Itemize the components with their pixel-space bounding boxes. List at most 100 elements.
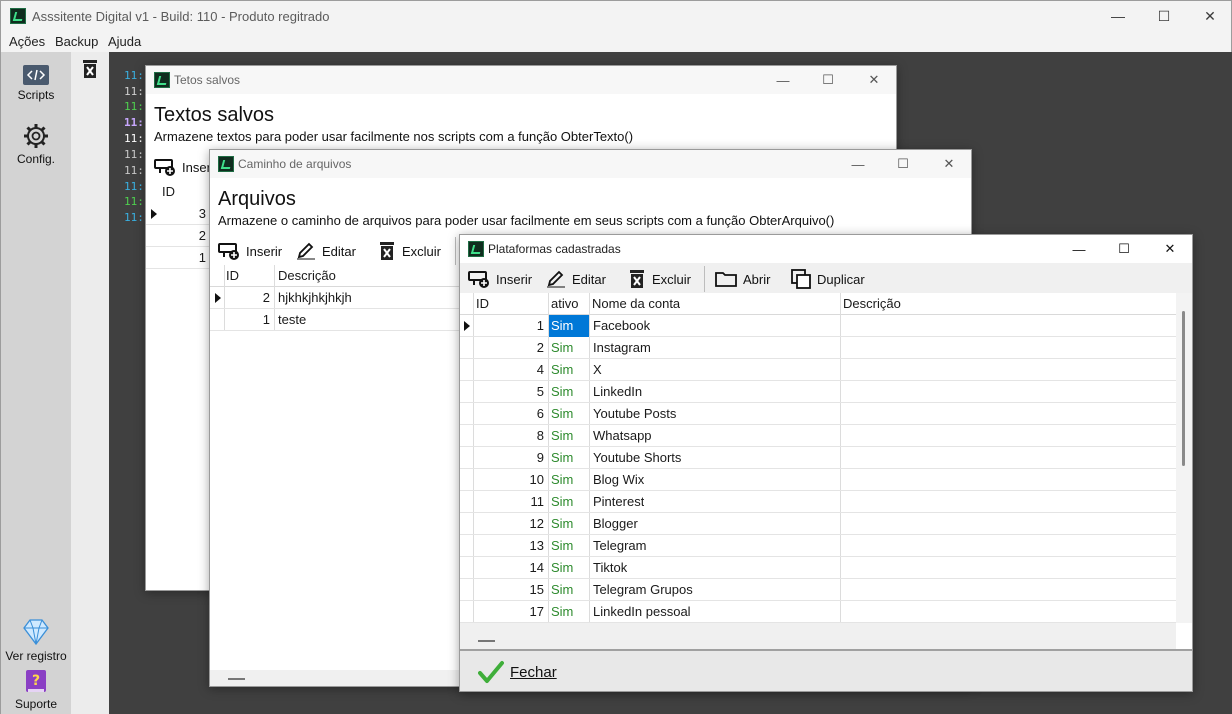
cell-ativo[interactable]: Sim — [549, 447, 589, 469]
table-row[interactable]: 5 Sim LinkedIn — [460, 381, 1176, 403]
textos-maximize-button[interactable]: ☐ — [806, 66, 850, 94]
cell-ativo[interactable]: Sim — [549, 425, 589, 447]
arquivos-maximize-button[interactable]: ☐ — [881, 150, 925, 178]
textos-insert-button[interactable]: Inseri — [154, 155, 214, 179]
plataformas-duplicate-button[interactable]: Duplicar — [791, 267, 865, 291]
table-row[interactable]: 1 teste — [210, 309, 460, 331]
log-line: 11: — [124, 116, 144, 129]
arquivos-titlebar: Caminho de arquivos — ☐ ✕ — [210, 150, 971, 178]
main-titlebar: Asssitente Digital v1 - Build: 110 - Pro… — [1, 1, 1231, 32]
plataformas-open-label: Abrir — [743, 271, 771, 287]
table-row[interactable]: 14 Sim Tiktok — [460, 557, 1176, 579]
cell-id: 6 — [536, 406, 544, 421]
cell-ativo[interactable]: Sim — [549, 403, 589, 425]
arquivos-close-button[interactable]: ✕ — [927, 150, 971, 178]
cell-ativo[interactable]: Sim — [549, 579, 589, 601]
table-row[interactable]: 13 Sim Telegram — [460, 535, 1176, 557]
table-row[interactable]: 4 Sim X — [460, 359, 1176, 381]
resize-grip-icon[interactable] — [228, 678, 245, 680]
arquivos-edit-button[interactable]: Editar — [296, 239, 356, 263]
code-icon — [23, 65, 49, 85]
table-row[interactable]: 8 Sim Whatsapp — [460, 425, 1176, 447]
cell-ativo[interactable]: Sim — [549, 359, 589, 381]
menu-ajuda[interactable]: Ajuda — [108, 34, 141, 49]
table-row[interactable]: 11 Sim Pinterest — [460, 491, 1176, 513]
cell-nome: Youtube Posts — [593, 406, 677, 421]
scrollbar-thumb[interactable] — [1182, 311, 1185, 466]
maximize-button[interactable]: ☐ — [1141, 1, 1187, 31]
plataformas-duplicate-label: Duplicar — [817, 271, 865, 287]
cell-id: 11 — [530, 494, 545, 509]
row-indicator-icon — [151, 209, 157, 219]
fechar-button[interactable]: Fechar — [478, 660, 557, 684]
cell-ativo[interactable]: Sim — [549, 557, 589, 579]
plataformas-open-button[interactable]: Abrir — [715, 267, 770, 291]
cell-ativo[interactable]: Sim — [549, 513, 589, 535]
arquivos-insert-label: Inserir — [246, 243, 283, 259]
cell-nome: Facebook — [593, 318, 651, 333]
table-row[interactable]: 3 — [146, 203, 209, 225]
table-row[interactable]: 2 hjkhkjhkjhkjh — [210, 287, 460, 309]
plataformas-edit-button[interactable]: Editar — [546, 267, 606, 291]
plataformas-titlebar: Plataformas cadastradas — ☐ ✕ — [460, 235, 1192, 263]
table-row[interactable]: 1 — [146, 247, 209, 269]
cell-id: 15 — [529, 582, 544, 597]
plataformas-delete-label: Excluir — [652, 271, 692, 287]
sidebar-item-registro[interactable]: Ver registro — [1, 617, 71, 663]
minimize-button[interactable]: — — [1095, 1, 1141, 31]
plataformas-insert-button[interactable]: Inserir — [468, 267, 532, 291]
menu-acoes[interactable]: Ações — [9, 34, 45, 49]
log-line: 11: — [124, 100, 144, 113]
table-row[interactable]: 2 Sim Instagram — [460, 337, 1176, 359]
cell-ativo[interactable]: Sim — [549, 601, 589, 623]
close-button[interactable]: ✕ — [1187, 1, 1232, 31]
check-icon — [478, 661, 504, 683]
log-tools-column — [71, 52, 109, 714]
log-line: 11: — [124, 69, 144, 82]
resize-grip-icon[interactable] — [478, 640, 495, 642]
table-row[interactable]: 1 Sim Facebook — [460, 315, 1176, 337]
textos-close-button[interactable]: ✕ — [852, 66, 896, 94]
table-row[interactable]: 17 Sim LinkedIn pessoal — [460, 601, 1176, 623]
plataformas-close-button[interactable]: ✕ — [1148, 235, 1192, 263]
cell-ativo[interactable]: Sim — [549, 491, 589, 513]
cell-nome: LinkedIn — [593, 384, 643, 399]
table-row[interactable]: 10 Sim Blog Wix — [460, 469, 1176, 491]
toolbar-divider — [455, 237, 456, 265]
app-logo-icon — [218, 156, 234, 172]
cell-ativo[interactable]: Sim — [549, 535, 589, 557]
table-row[interactable]: 2 — [146, 225, 209, 247]
plataformas-edit-label: Editar — [572, 271, 606, 287]
plataformas-scrollbar[interactable] — [1176, 293, 1192, 623]
clear-log-icon[interactable] — [81, 59, 99, 79]
plataformas-minimize-button[interactable]: — — [1057, 235, 1101, 263]
sidebar-item-scripts[interactable]: Scripts — [1, 64, 71, 102]
sidebar-item-config[interactable]: Config. — [1, 122, 71, 166]
arquivos-insert-button[interactable]: Inserir — [218, 239, 282, 263]
trash-icon — [380, 242, 394, 260]
table-row[interactable]: 12 Sim Blogger — [460, 513, 1176, 535]
plataformas-maximize-button[interactable]: ☐ — [1102, 235, 1146, 263]
plataformas-footer: Fechar — [460, 651, 1192, 691]
textos-minimize-button[interactable]: — — [761, 66, 805, 94]
plataformas-insert-label: Inserir — [496, 271, 533, 287]
menu-backup[interactable]: Backup — [55, 34, 98, 49]
table-row[interactable]: 15 Sim Telegram Grupos — [460, 579, 1176, 601]
log-line: 11: — [124, 85, 144, 98]
arquivos-minimize-button[interactable]: — — [836, 150, 880, 178]
table-row[interactable]: 9 Sim Youtube Shorts — [460, 447, 1176, 469]
cell-id: 2 — [536, 340, 544, 355]
cell-ativo[interactable]: Sim — [549, 381, 589, 403]
plataformas-col-desc: Descrição — [843, 296, 901, 311]
plataformas-delete-button[interactable]: Excluir — [628, 267, 691, 291]
sidebar-item-suporte[interactable]: ? Suporte — [1, 669, 71, 711]
arquivos-delete-button[interactable]: Excluir — [378, 239, 441, 263]
cell-ativo[interactable]: Sim — [549, 315, 589, 337]
cell-ativo[interactable]: Sim — [549, 469, 589, 491]
plataformas-resize-area — [460, 623, 1176, 649]
textos-subtitle: Armazene textos para poder usar facilmen… — [154, 129, 634, 144]
cell-ativo[interactable]: Sim — [549, 337, 589, 359]
cell-id: 10 — [529, 472, 544, 487]
textos-titlebar: Tetos salvos — ☐ ✕ — [146, 66, 896, 94]
table-row[interactable]: 6 Sim Youtube Posts — [460, 403, 1176, 425]
